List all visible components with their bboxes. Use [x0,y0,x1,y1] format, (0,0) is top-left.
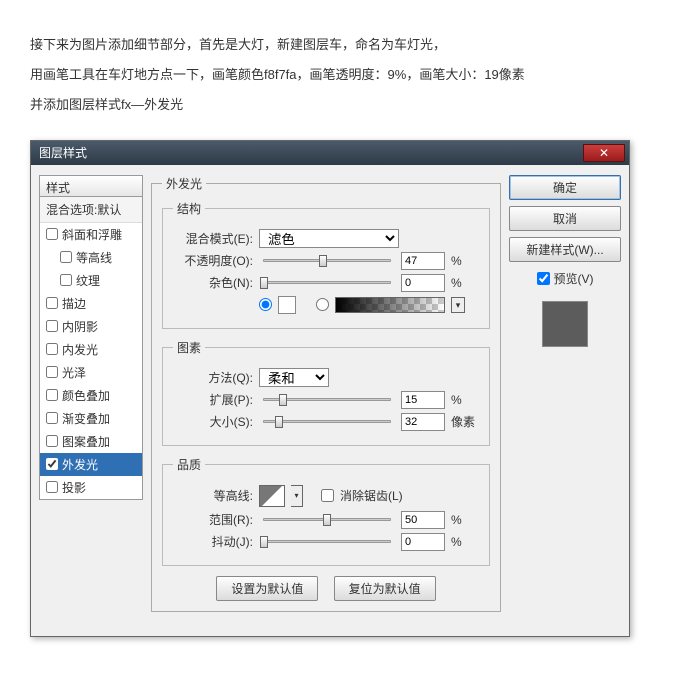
opacity-unit: % [451,254,479,268]
style-item-satin[interactable]: 光泽 [40,361,142,384]
spread-input[interactable] [401,391,445,409]
checkbox-outer-glow[interactable] [46,458,58,470]
intro-line-3: 并添加图层样式fx—外发光 [30,90,660,120]
settings-column: 外发光 结构 混合模式(E): 滤色 不透明度(O): % [151,175,501,618]
contour-label: 等高线: [173,487,253,504]
spread-slider[interactable] [263,398,391,401]
gradient-preview[interactable] [335,297,445,313]
checkbox-stroke[interactable] [46,297,58,309]
style-item-outer-glow[interactable]: 外发光 [40,453,142,476]
noise-label: 杂色(N): [173,274,253,291]
jitter-slider[interactable] [263,540,391,543]
anti-alias-label: 消除锯齿(L) [340,487,403,504]
jitter-unit: % [451,535,479,549]
range-input[interactable] [401,511,445,529]
technique-label: 方法(Q): [173,369,253,386]
style-item-texture[interactable]: 纹理 [40,269,142,292]
quality-legend: 品质 [173,456,205,473]
gradient-dropdown[interactable]: ▾ [451,297,465,313]
range-unit: % [451,513,479,527]
blend-mode-label: 混合模式(E): [173,230,253,247]
spread-label: 扩展(P): [173,391,253,408]
checkbox-inner-shadow[interactable] [46,320,58,332]
style-item-gradient-overlay[interactable]: 渐变叠加 [40,407,142,430]
opacity-slider[interactable] [263,259,391,262]
panel-legend: 外发光 [162,175,206,192]
preview-swatch [542,301,588,347]
size-slider[interactable] [263,420,391,423]
noise-unit: % [451,276,479,290]
cancel-button[interactable]: 取消 [509,206,621,231]
new-style-button[interactable]: 新建样式(W)... [509,237,621,262]
color-swatch[interactable] [278,296,296,314]
elements-group: 图素 方法(Q): 柔和 扩展(P): % [162,339,490,446]
outer-glow-panel: 外发光 结构 混合模式(E): 滤色 不透明度(O): % [151,175,501,612]
checkbox-bevel[interactable] [46,228,58,240]
dialog-title: 图层样式 [39,144,87,161]
style-item-drop-shadow[interactable]: 投影 [40,476,142,499]
style-item-inner-glow[interactable]: 内发光 [40,338,142,361]
noise-slider[interactable] [263,281,391,284]
style-item-contour[interactable]: 等高线 [40,246,142,269]
style-item-pattern-overlay[interactable]: 图案叠加 [40,430,142,453]
size-label: 大小(S): [173,413,253,430]
intro-text: 接下来为图片添加细节部分，首先是大灯，新建图层车，命名为车灯光， 用画笔工具在车… [0,0,690,140]
gradient-radio[interactable] [316,298,329,311]
preview-label: 预览(V) [554,270,594,287]
checkbox-color-overlay[interactable] [46,389,58,401]
opacity-label: 不透明度(O): [173,252,253,269]
preview-checkbox[interactable] [537,272,550,285]
preview-checkbox-row[interactable]: 预览(V) [509,268,621,289]
style-item-bevel[interactable]: 斜面和浮雕 [40,223,142,246]
size-unit: 像素 [451,413,479,430]
make-default-button[interactable]: 设置为默认值 [216,576,318,601]
style-item-inner-shadow[interactable]: 内阴影 [40,315,142,338]
styles-column: 样式 混合选项:默认 斜面和浮雕 等高线 纹理 描边 内阴影 内发光 光泽 颜色… [39,175,143,618]
jitter-input[interactable] [401,533,445,551]
layer-style-dialog: 图层样式 ✕ 样式 混合选项:默认 斜面和浮雕 等高线 纹理 描边 内阴影 内发… [30,140,630,637]
styles-header[interactable]: 样式 [39,175,143,197]
anti-alias-checkbox[interactable] [321,489,334,502]
range-slider[interactable] [263,518,391,521]
checkbox-inner-glow[interactable] [46,343,58,355]
opacity-input[interactable] [401,252,445,270]
right-column: 确定 取消 新建样式(W)... 预览(V) [509,175,621,618]
checkbox-texture[interactable] [60,274,72,286]
size-input[interactable] [401,413,445,431]
ok-button[interactable]: 确定 [509,175,621,200]
contour-swatch[interactable] [259,485,285,507]
reset-default-button[interactable]: 复位为默认值 [334,576,436,601]
intro-line-2: 用画笔工具在车灯地方点一下，画笔颜色f8f7fa，画笔透明度：9%，画笔大小：1… [30,60,660,90]
checkbox-gradient-overlay[interactable] [46,412,58,424]
blend-options-item[interactable]: 混合选项:默认 [40,197,142,223]
style-item-color-overlay[interactable]: 颜色叠加 [40,384,142,407]
checkbox-satin[interactable] [46,366,58,378]
intro-line-1: 接下来为图片添加细节部分，首先是大灯，新建图层车，命名为车灯光， [30,30,660,60]
contour-dropdown[interactable]: ▾ [291,485,303,507]
blend-mode-select[interactable]: 滤色 [259,229,399,248]
close-button[interactable]: ✕ [583,144,625,162]
structure-legend: 结构 [173,200,205,217]
quality-group: 品质 等高线: ▾ 消除锯齿(L) 范围(R): [162,456,490,566]
style-item-stroke[interactable]: 描边 [40,292,142,315]
technique-select[interactable]: 柔和 [259,368,329,387]
checkbox-drop-shadow[interactable] [46,481,58,493]
structure-group: 结构 混合模式(E): 滤色 不透明度(O): % [162,200,490,329]
color-radio[interactable] [259,298,272,311]
spread-unit: % [451,393,479,407]
elements-legend: 图素 [173,339,205,356]
range-label: 范围(R): [173,511,253,528]
titlebar: 图层样式 ✕ [31,141,629,165]
noise-input[interactable] [401,274,445,292]
checkbox-pattern-overlay[interactable] [46,435,58,447]
checkbox-contour[interactable] [60,251,72,263]
jitter-label: 抖动(J): [173,533,253,550]
